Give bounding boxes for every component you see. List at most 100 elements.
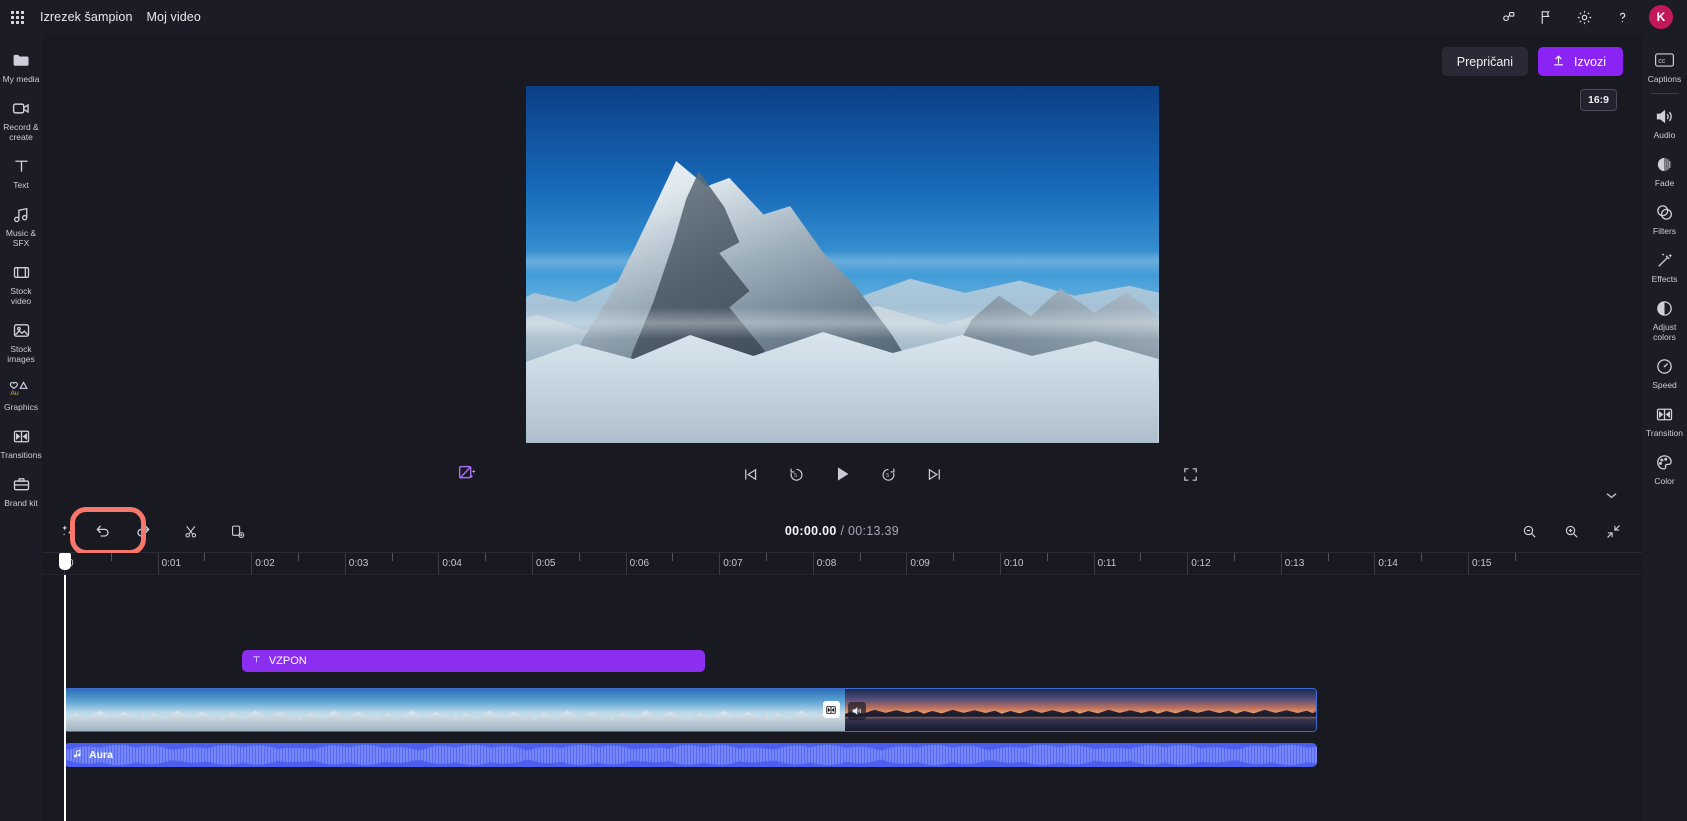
ruler-tick-minor — [391, 553, 393, 561]
sidebar-item-transitions[interactable]: Transitions — [0, 418, 42, 466]
undo-redo-group — [70, 507, 158, 555]
ruler-tick-minor — [859, 553, 861, 561]
clip-thumbnail — [377, 689, 455, 731]
half-circle-icon — [1654, 297, 1675, 319]
current-time: 00:00.00 — [784, 524, 837, 538]
ruler-tick-minor — [766, 553, 767, 561]
ruler-tick-minor — [110, 553, 112, 561]
sidebar-item-text[interactable]: Text — [0, 148, 42, 196]
export-button-label: Izvozi — [1574, 54, 1606, 69]
sidebar-item-label: Text — [13, 180, 29, 190]
top-bar: Izrezek šampion Moj video K — [0, 0, 1687, 34]
zoom-in-icon[interactable] — [1556, 516, 1586, 546]
music-clip[interactable]: Aura — [64, 743, 1318, 767]
music-note-icon — [72, 748, 83, 762]
ruler-tick-minor — [1140, 553, 1142, 561]
timeline-ruler[interactable]: 00:010:020:030:040:050:060:070:080:090:1… — [42, 553, 1642, 575]
clip-thumbnail — [143, 689, 221, 731]
property-item-effects[interactable]: Effects — [1642, 242, 1687, 290]
property-item-adjust-colors[interactable]: Adjust colors — [1642, 290, 1687, 348]
ruler-tick-label: 0:10 — [1004, 558, 1024, 569]
sidebar-item-music-sfx[interactable]: Music & SFX — [0, 196, 42, 254]
timeline-tracks: VZPON Aura — [42, 553, 1642, 821]
preview-cloud-band — [525, 250, 1159, 276]
image-icon — [11, 319, 32, 341]
ruler-tick-minor — [1234, 553, 1235, 561]
clip-thumbnail — [1235, 689, 1313, 731]
flag-icon[interactable] — [1527, 0, 1565, 34]
property-item-transition[interactable]: Transition — [1642, 396, 1687, 444]
left-sidebar: My media Record & create Text Music & SF… — [0, 34, 42, 821]
sidebar-item-stock-video[interactable]: Stock video — [0, 254, 42, 312]
sidebar-item-stock-images[interactable]: Stock images — [0, 312, 42, 370]
playhead-handle[interactable] — [59, 553, 71, 570]
app-grid-icon[interactable] — [0, 10, 34, 24]
fullscreen-icon[interactable] — [1178, 462, 1202, 486]
text-clip[interactable]: VZPON — [241, 650, 706, 672]
help-icon[interactable] — [1603, 0, 1641, 34]
play-icon[interactable] — [830, 462, 854, 486]
sidebar-item-my-media[interactable]: My media — [0, 42, 42, 90]
ruler-tick-label: 0:04 — [442, 558, 462, 569]
property-item-speed[interactable]: Speed — [1642, 348, 1687, 396]
sparkle-icon[interactable] — [52, 516, 82, 546]
property-item-filters[interactable]: Filters — [1642, 194, 1687, 242]
ruler-tick-minor — [485, 553, 487, 561]
avatar[interactable]: K — [1649, 5, 1673, 29]
scissors-icon[interactable] — [176, 516, 206, 546]
chevron-down-icon[interactable] — [1598, 486, 1624, 504]
zoom-out-icon[interactable] — [1514, 516, 1544, 546]
export-button[interactable]: Izvozi — [1538, 47, 1623, 76]
sidebar-item-label: Stock video — [10, 286, 32, 306]
palette-icon — [1654, 451, 1675, 473]
graphics-icon: Au — [8, 377, 35, 399]
property-item-audio[interactable]: Audio — [1642, 98, 1687, 146]
skip-back-icon[interactable] — [738, 462, 762, 486]
ruler-tick-minor — [953, 553, 955, 561]
closed-captions-icon: cc — [1654, 49, 1675, 71]
music-clip-label: Aura — [89, 749, 113, 761]
video-track-clips[interactable] — [64, 688, 1318, 732]
collaborate-icon[interactable] — [1489, 0, 1527, 34]
ruler-tick-minor — [204, 553, 206, 561]
skip-forward-icon[interactable] — [922, 462, 946, 486]
sidebar-item-brand-kit[interactable]: Brand kit — [0, 466, 42, 514]
sidebar-item-graphics[interactable]: Au Graphics — [0, 370, 42, 418]
timecode-separator: / — [836, 524, 848, 538]
folder-icon — [11, 49, 32, 71]
sidebar-item-record-create[interactable]: Record & create — [0, 90, 42, 148]
svg-text:cc: cc — [1658, 58, 1665, 65]
property-item-label: Transition — [1645, 428, 1683, 438]
duplicate-icon[interactable] — [222, 516, 252, 546]
convince-button[interactable]: Prepričani — [1441, 47, 1529, 76]
ruler-tick-minor — [578, 553, 580, 561]
sidebar-item-label: Music & SFX — [5, 228, 37, 248]
rewind-5-icon[interactable]: 5 — [784, 462, 808, 486]
preview-haze — [525, 307, 1159, 340]
timeline-left-tools — [42, 507, 252, 555]
project-title[interactable]: Moj video — [147, 10, 201, 24]
ruler-tick-label: 0:01 — [161, 558, 182, 569]
ruler-tick-label: 0:13 — [1284, 558, 1305, 569]
transition-icon — [1654, 403, 1675, 425]
ruler-tick-label: 0:12 — [1191, 558, 1211, 569]
fit-screen-icon[interactable] — [1598, 516, 1628, 546]
forward-5-icon[interactable]: 5 — [876, 462, 900, 486]
clip-audio-speaker-icon[interactable] — [847, 702, 866, 720]
playhead[interactable] — [59, 553, 71, 821]
gear-icon[interactable] — [1565, 0, 1603, 34]
filters-icon — [1654, 201, 1675, 223]
camera-icon — [11, 97, 32, 119]
property-item-captions[interactable]: cc Captions — [1642, 42, 1687, 90]
property-item-fade[interactable]: Fade — [1642, 146, 1687, 194]
redo-icon[interactable] — [128, 516, 158, 546]
property-item-label: Fade — [1654, 178, 1675, 188]
undo-icon[interactable] — [88, 516, 118, 546]
svg-text:5: 5 — [886, 473, 889, 479]
video-preview[interactable] — [525, 86, 1159, 443]
brand-kit-icon — [11, 473, 32, 495]
timecode-display: 00:00.00 / 00:13.39 — [42, 524, 1642, 538]
speedometer-icon — [1654, 355, 1675, 377]
transition-icon[interactable] — [822, 701, 840, 718]
property-item-color[interactable]: Color — [1642, 444, 1687, 492]
